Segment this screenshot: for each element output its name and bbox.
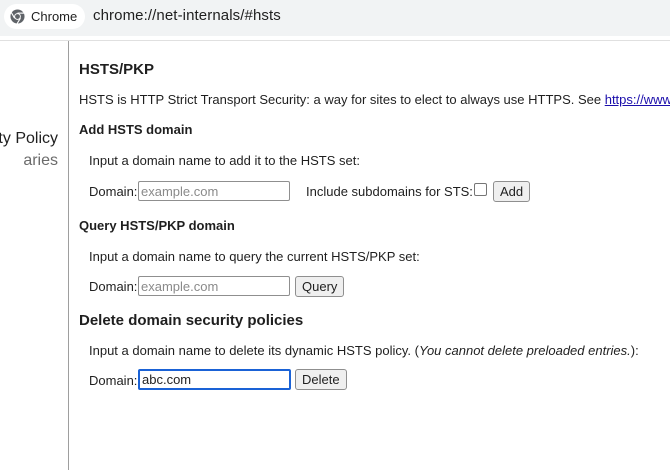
include-subdomains-label: Include subdomains for STS:: [306, 184, 473, 199]
query-section-heading: Query HSTS/PKP domain: [79, 218, 235, 233]
site-chip-label: Chrome: [31, 9, 78, 24]
add-section-heading: Add HSTS domain: [79, 122, 193, 137]
sidebar-item-shared-dictionaries[interactable]: aries: [23, 152, 58, 170]
delete-domain-label: Domain:: [89, 373, 138, 388]
address-bar[interactable]: Chrome chrome://net-internals/#hsts: [0, 0, 670, 36]
query-domain-label: Domain:: [89, 279, 138, 294]
sidebar-item-domain-security-policy[interactable]: ty Policy: [0, 130, 58, 148]
query-domain-input[interactable]: [138, 276, 290, 296]
url-text[interactable]: chrome://net-internals/#hsts: [93, 7, 281, 24]
query-instruction: Input a domain name to query the current…: [89, 249, 420, 264]
delete-section-heading: Delete domain security policies: [79, 312, 304, 329]
add-domain-input[interactable]: [138, 181, 290, 201]
delete-instruction-suffix: ):: [630, 343, 639, 358]
description-link[interactable]: https://www.ch: [605, 92, 670, 107]
page-title: HSTS/PKP: [79, 61, 155, 78]
delete-domain-input[interactable]: [138, 369, 291, 390]
add-domain-label: Domain:: [89, 184, 138, 199]
chrome-icon: [10, 9, 25, 24]
include-subdomains-checkbox[interactable]: [474, 183, 487, 196]
site-info-chip[interactable]: Chrome: [4, 4, 86, 29]
delete-instruction-prefix: Input a domain name to delete its dynami…: [89, 343, 419, 358]
description-text: HSTS is HTTP Strict Transport Security: …: [79, 92, 605, 107]
add-instruction: Input a domain name to add it to the HST…: [89, 153, 360, 168]
delete-instruction: Input a domain name to delete its dynami…: [89, 343, 639, 358]
toolbar-divider: [0, 40, 670, 41]
sidebar: ty Policy aries: [0, 41, 69, 470]
query-button[interactable]: Query: [295, 276, 345, 297]
delete-button[interactable]: Delete: [295, 369, 347, 390]
add-button[interactable]: Add: [493, 181, 531, 202]
delete-instruction-note: You cannot delete preloaded entries.: [418, 343, 631, 358]
page-description: HSTS is HTTP Strict Transport Security: …: [79, 92, 670, 107]
